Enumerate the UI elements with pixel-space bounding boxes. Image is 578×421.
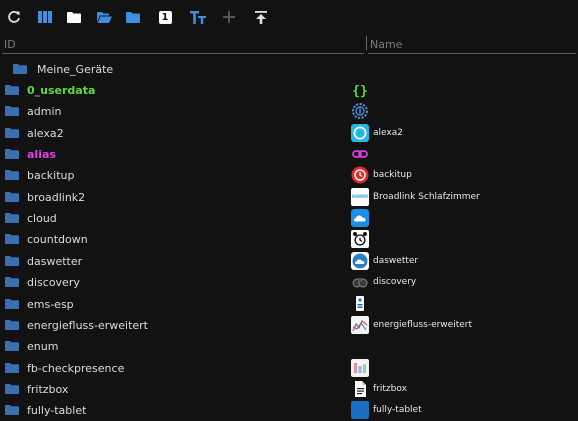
tree-row-name: discovery [373,277,417,288]
folder-icon [5,213,19,224]
folder-icon [5,362,19,373]
tree-row[interactable]: fully-tablet fully-tablet [0,400,578,421]
tablet-icon [351,401,369,420]
tree-row[interactable]: daswetter daswetter [0,251,578,272]
folder-icon [5,127,19,138]
tree-row[interactable]: admin [0,101,578,122]
tree-row-id: 0_userdata [27,84,96,97]
tree-row[interactable]: energiefluss-erweitert energiefluss-erwei… [0,315,578,336]
folder-icon [5,191,19,202]
tree-root-label: Meine_Geräte [37,63,114,76]
column-header: ID Name [0,34,578,56]
tree-row[interactable]: fb-checkpresence [0,358,578,379]
tree-row-name: alexa2 [373,127,403,138]
discovery-icon [351,273,369,291]
tree-row-name: fritzbox [373,383,407,394]
tree-row-id: energiefluss-erweitert [27,318,148,332]
folder-icon[interactable] [66,9,82,25]
plus-icon[interactable] [221,9,237,25]
tree-row-id: admin [27,105,62,119]
broadlink-icon: broadlink [351,187,369,206]
toolbar: 1 [0,0,578,34]
folder-icon [5,383,19,394]
folder-icon [5,234,19,245]
folder-icon [5,255,19,266]
energy-flow-icon [351,315,369,334]
tree-row-id: backitup [27,169,75,183]
tree-row-id: alias [27,148,56,162]
cloud-icon [351,209,369,228]
tree-row-id: ems-esp [27,297,74,311]
tree-row-id: fritzbox [27,382,69,396]
tree-row[interactable]: cloud [0,208,578,229]
folder-icon [5,405,19,416]
tree-row-name: fully-tablet [373,405,422,416]
folder-icon [5,85,19,95]
folder-icon [5,319,19,330]
tree-row[interactable]: enum [0,336,578,357]
tree-row-name: daswetter [373,255,419,266]
tree-row-name: Broadlink Schlafzimmer [373,191,480,202]
tree-row-id: countdown [27,233,88,247]
document-icon [351,380,369,398]
folder-open-icon[interactable] [96,9,112,25]
column-id-underline [2,53,364,54]
folder-icon [5,170,19,181]
tree-row[interactable]: backitup backitup [0,165,578,186]
alarm-clock-icon [351,230,369,249]
tree-row-id: daswetter [27,254,83,268]
folder-icon [5,341,19,352]
tree-row-id: fully-tablet [27,404,87,418]
refresh-icon[interactable] [6,9,22,25]
tree-row[interactable]: discovery discovery [0,272,578,293]
tree-row-id: discovery [27,276,80,290]
column-header-id[interactable]: ID [4,38,16,51]
column-header-name[interactable]: Name [370,38,402,51]
tree-row-id: fb-checkpresence [27,361,125,375]
link-icon [351,145,369,163]
number-one-label: 1 [158,10,172,24]
folder-icon [5,106,19,117]
braces-icon: {} [351,81,369,99]
folder-icon [5,277,19,288]
folder-icon [13,64,27,74]
upload-icon[interactable] [253,9,269,25]
tree-row[interactable]: broadlink2 broadlink Broadlink Schlafzimme… [0,187,578,208]
folder-closed-icon[interactable] [125,9,141,25]
columns-icon[interactable] [37,9,53,25]
tree-row[interactable]: 0_userdata {} [0,80,578,101]
number-one-icon[interactable]: 1 [157,9,173,25]
folder-icon [5,149,19,160]
ems-esp-icon [351,295,369,313]
folder-icon [5,298,19,309]
tree-row[interactable]: fritzbox fritzbox [0,379,578,400]
tree-row[interactable]: alias [0,144,578,165]
tree-row-name: backitup [373,170,412,181]
tree-row[interactable]: countdown [0,229,578,250]
tree-row-id: alexa2 [27,126,64,140]
tree-row[interactable]: ems-esp [0,294,578,315]
tree-row-id: broadlink2 [27,190,86,204]
presence-icon [351,358,369,377]
tree-row[interactable]: alexa2 alexa2 [0,123,578,144]
alexa-icon [351,123,369,142]
tree-row-name: energiefluss-erweitert [373,319,472,330]
text-size-icon[interactable] [190,9,206,25]
tree-root[interactable]: Meine_Geräte [0,59,578,80]
svg-text:{}: {} [352,84,368,99]
svg-text:broadlink: broadlink [352,194,368,198]
tree-row-id: cloud [27,212,57,226]
column-name-underline [368,53,576,54]
tree-row-id: enum [27,340,59,354]
admin-gear-icon [351,102,369,120]
backitup-icon [351,166,369,184]
weather-icon [351,251,369,270]
column-resize-handle[interactable] [366,36,367,50]
